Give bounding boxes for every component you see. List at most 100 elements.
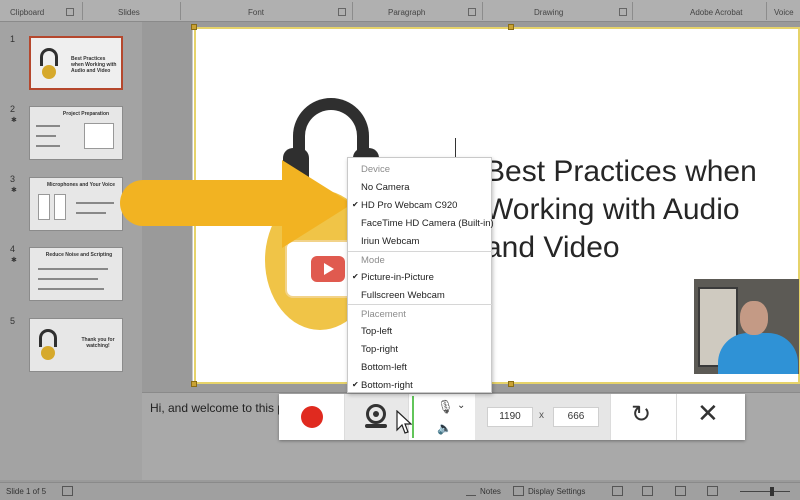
slide-thumbnail-4[interactable]: Reduce Noise and Scripting — [29, 247, 123, 301]
ribbon-separator — [82, 2, 83, 20]
menu-item-fullscreen-webcam[interactable]: Fullscreen Webcam — [361, 290, 445, 301]
thumb-text-line — [36, 125, 60, 127]
accessibility-icon[interactable] — [62, 486, 73, 496]
menu-header-device: Device — [361, 164, 391, 175]
ribbon-separator — [632, 2, 633, 20]
notes-icon — [466, 486, 476, 496]
menu-item-bottom-left[interactable]: Bottom-left — [361, 362, 407, 373]
display-settings-button[interactable]: Display Settings — [528, 487, 585, 496]
menu-item-facetime-camera[interactable]: FaceTime HD Camera (Built-in) — [361, 218, 494, 229]
thumb-number: 4 — [10, 244, 16, 254]
slide-thumbnail-2[interactable]: Project Preparation — [29, 106, 123, 160]
speaker-notes-text[interactable]: Hi, and welcome to this p — [150, 401, 284, 415]
play-icon — [311, 256, 345, 282]
slide-sorter-icon[interactable] — [642, 486, 653, 496]
height-field[interactable]: 666 — [553, 407, 599, 427]
slide-thumbnail-5[interactable]: Thank you for watching! — [29, 318, 123, 372]
thumb-text-line — [36, 145, 60, 147]
close-button[interactable]: ✕ — [677, 394, 745, 440]
display-settings-icon — [513, 486, 524, 496]
thumb-number: 3 — [10, 174, 16, 184]
zoom-slider[interactable] — [740, 491, 790, 492]
drawing-launcher-icon[interactable] — [619, 8, 627, 16]
thumb-text-line — [36, 135, 56, 137]
menu-item-top-left[interactable]: Top-left — [361, 326, 392, 337]
ribbon-separator — [352, 2, 353, 20]
menu-item-no-camera[interactable]: No Camera — [361, 182, 410, 193]
slideshow-icon[interactable] — [707, 486, 718, 496]
headphones-icon — [40, 48, 58, 66]
webcam-preview[interactable] — [694, 279, 799, 374]
check-icon: ✔ — [352, 272, 359, 281]
ribbon-group-adobe-acrobat: Adobe Acrobat — [690, 8, 743, 17]
record-button[interactable] — [279, 394, 345, 440]
zoom-slider-thumb[interactable] — [770, 487, 774, 496]
chevron-down-icon[interactable]: ⌄ — [457, 400, 465, 411]
thumb-number: 1 — [10, 34, 16, 44]
headphones-icon — [39, 329, 57, 347]
ribbon-group-slides: Slides — [118, 8, 140, 17]
slide-thumbnail-3[interactable]: Microphones and Your Voice — [29, 177, 123, 231]
ribbon-separator — [482, 2, 483, 20]
check-icon: ✔ — [352, 380, 359, 389]
thumb-yellow-shape — [42, 65, 56, 79]
thumb-number: 5 — [10, 316, 16, 326]
thumb-number: 2 — [10, 104, 16, 114]
slide-thumbnail-panel: 1 Best Practices when Working with Audio… — [0, 22, 142, 480]
thumb-title: Project Preparation — [62, 111, 110, 117]
thumb-text-line — [76, 202, 114, 204]
clipboard-launcher-icon[interactable] — [66, 8, 74, 16]
menu-divider — [348, 251, 493, 252]
notes-toggle[interactable]: Notes — [480, 487, 501, 496]
thumb-image — [38, 194, 50, 220]
status-bar: Slide 1 of 5 Notes Display Settings — [0, 482, 800, 500]
menu-item-picture-in-picture[interactable]: Picture-in-Picture — [361, 272, 434, 283]
thumb-title: Microphones and Your Voice — [46, 182, 116, 188]
menu-header-mode: Mode — [361, 255, 385, 266]
thumb-image — [54, 194, 66, 220]
width-field[interactable]: 1190 — [487, 407, 533, 427]
dimension-separator: x — [539, 410, 544, 421]
menu-item-top-right[interactable]: Top-right — [361, 344, 398, 355]
ribbon-group-voice: Voice — [774, 8, 794, 17]
ribbon-group-drawing: Drawing — [534, 8, 564, 17]
menu-item-iriun-webcam[interactable]: Iriun Webcam — [361, 236, 419, 247]
microphone-icon[interactable]: 🎙 — [437, 399, 454, 415]
slide-title[interactable]: Best Practices when Working with Audio a… — [485, 153, 785, 267]
selection-handle[interactable] — [191, 24, 197, 30]
font-launcher-icon[interactable] — [338, 8, 346, 16]
record-icon — [301, 406, 323, 428]
thumb-text-line — [38, 268, 108, 270]
ribbon-group-labels: Clipboard Slides Font Paragraph Drawing … — [0, 0, 800, 22]
slide-thumbnail-1[interactable]: Best Practices when Working with Audio a… — [29, 36, 123, 90]
normal-view-icon[interactable] — [612, 486, 623, 496]
menu-item-hd-pro-webcam[interactable]: HD Pro Webcam C920 — [361, 200, 457, 211]
camera-options-menu: Device No Camera ✔ HD Pro Webcam C920 Fa… — [347, 157, 494, 393]
thumb-yellow-shape — [41, 346, 55, 360]
ribbon-group-font: Font — [248, 8, 265, 17]
mouse-pointer-icon — [396, 410, 412, 434]
webcam-person-head — [740, 301, 768, 335]
menu-divider — [348, 304, 493, 305]
close-icon: ✕ — [697, 398, 719, 428]
webcam-person-body — [718, 333, 798, 374]
recording-toolbar: 🎙 ⌄ 🔈 1190 x 666 ↻ ✕ — [279, 394, 745, 440]
reading-view-icon[interactable] — [675, 486, 686, 496]
arrow-annotation-head — [282, 160, 352, 248]
webcam-base-icon — [365, 424, 387, 428]
ribbon-separator — [180, 2, 181, 20]
webcam-icon — [366, 404, 386, 424]
animation-star-icon: ✱ — [11, 187, 17, 194]
ribbon-separator — [766, 2, 767, 20]
thumb-text-line — [38, 278, 98, 280]
selection-handle[interactable] — [508, 381, 514, 387]
thumb-image — [84, 123, 114, 149]
selection-handle[interactable] — [508, 24, 514, 30]
paragraph-launcher-icon[interactable] — [468, 8, 476, 16]
menu-item-bottom-right[interactable]: Bottom-right — [361, 380, 413, 391]
speaker-icon[interactable]: 🔈 — [437, 421, 452, 435]
audio-controls: 🎙 ⌄ 🔈 — [411, 394, 475, 440]
selection-handle[interactable] — [191, 381, 197, 387]
thumb-title: Best Practices when Working with Audio a… — [71, 56, 117, 74]
reset-button[interactable]: ↻ — [611, 394, 677, 440]
